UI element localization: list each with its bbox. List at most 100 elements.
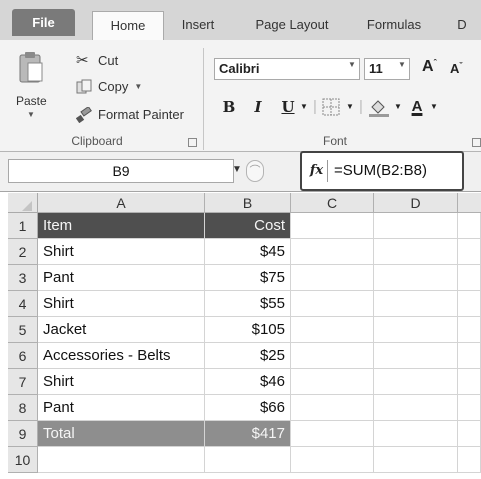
cell-e5[interactable] bbox=[458, 317, 481, 343]
cell-b10[interactable] bbox=[205, 447, 291, 473]
row-header[interactable]: 5 bbox=[8, 317, 38, 343]
tab-home[interactable]: Home bbox=[92, 11, 164, 41]
cell-e6[interactable] bbox=[458, 343, 481, 369]
cell-c2[interactable] bbox=[291, 239, 374, 265]
cell-a6[interactable]: Accessories - Belts bbox=[38, 343, 205, 369]
cell-c6[interactable] bbox=[291, 343, 374, 369]
cell-b1[interactable]: Cost bbox=[205, 213, 291, 239]
font-size-dropdown-icon[interactable]: ▼ bbox=[398, 60, 406, 69]
cell-c10[interactable] bbox=[291, 447, 374, 473]
column-header-a[interactable]: A bbox=[38, 193, 205, 213]
cell-a8[interactable]: Pant bbox=[38, 395, 205, 421]
bold-button[interactable]: B bbox=[220, 96, 238, 118]
cell-e8[interactable] bbox=[458, 395, 481, 421]
cell-e2[interactable] bbox=[458, 239, 481, 265]
cell-a4[interactable]: Shirt bbox=[38, 291, 205, 317]
formula-input[interactable]: =SUM(B2:B8) bbox=[334, 160, 427, 182]
row-header[interactable]: 9 bbox=[8, 421, 38, 447]
cell-c1[interactable] bbox=[291, 213, 374, 239]
cell-c5[interactable] bbox=[291, 317, 374, 343]
row-header[interactable]: 10 bbox=[8, 447, 38, 473]
cell-d6[interactable] bbox=[374, 343, 458, 369]
cell-d1[interactable] bbox=[374, 213, 458, 239]
clipboard-dialog-launcher-icon[interactable] bbox=[188, 138, 197, 147]
cell-c3[interactable] bbox=[291, 265, 374, 291]
font-name-select[interactable]: Calibri bbox=[214, 58, 360, 80]
cell-b7[interactable]: $46 bbox=[205, 369, 291, 395]
cell-c9[interactable] bbox=[291, 421, 374, 447]
cell-e9[interactable] bbox=[458, 421, 481, 447]
row-header[interactable]: 3 bbox=[8, 265, 38, 291]
cell-b4[interactable]: $55 bbox=[205, 291, 291, 317]
row-header[interactable]: 8 bbox=[8, 395, 38, 421]
column-header-e-partial[interactable] bbox=[458, 193, 481, 213]
cell-b5[interactable]: $105 bbox=[205, 317, 291, 343]
cell-b2[interactable]: $45 bbox=[205, 239, 291, 265]
format-painter-button[interactable]: Format Painter bbox=[76, 106, 184, 124]
cell-e10[interactable] bbox=[458, 447, 481, 473]
cell-a5[interactable]: Jacket bbox=[38, 317, 205, 343]
cell-e3[interactable] bbox=[458, 265, 481, 291]
fill-color-dropdown-icon[interactable]: ▼ bbox=[392, 96, 404, 118]
tab-file[interactable]: File bbox=[12, 9, 75, 36]
tab-insert[interactable]: Insert bbox=[170, 11, 226, 40]
copy-button[interactable]: Copy ▼ bbox=[76, 78, 142, 96]
copy-dropdown-icon[interactable]: ▼ bbox=[134, 78, 142, 96]
tab-data-partial[interactable]: D bbox=[452, 11, 472, 40]
fill-color-icon[interactable] bbox=[368, 97, 390, 117]
tab-formulas[interactable]: Formulas bbox=[354, 11, 434, 40]
cell-c4[interactable] bbox=[291, 291, 374, 317]
cell-a10[interactable] bbox=[38, 447, 205, 473]
paste-icon[interactable] bbox=[18, 50, 44, 84]
underline-dropdown-icon[interactable]: ▼ bbox=[298, 96, 310, 118]
cell-a3[interactable]: Pant bbox=[38, 265, 205, 291]
cell-c8[interactable] bbox=[291, 395, 374, 421]
font-dialog-launcher-icon[interactable] bbox=[472, 138, 481, 147]
cell-d5[interactable] bbox=[374, 317, 458, 343]
cell-a9[interactable]: Total bbox=[38, 421, 205, 447]
cell-a2[interactable]: Shirt bbox=[38, 239, 205, 265]
borders-icon[interactable] bbox=[322, 98, 340, 116]
font-color-dropdown-icon[interactable]: ▼ bbox=[428, 96, 440, 118]
row-header[interactable]: 7 bbox=[8, 369, 38, 395]
cell-d9[interactable] bbox=[374, 421, 458, 447]
name-box[interactable]: B9 bbox=[8, 159, 234, 183]
cut-button[interactable]: ✂ Cut bbox=[76, 52, 118, 70]
paste-dropdown-icon[interactable]: ▼ bbox=[27, 110, 35, 119]
cell-d7[interactable] bbox=[374, 369, 458, 395]
shrink-font-icon[interactable]: Aˇ bbox=[450, 61, 462, 76]
tab-page-layout[interactable]: Page Layout bbox=[236, 11, 348, 40]
paste-button[interactable]: Paste bbox=[16, 94, 47, 108]
cell-e1[interactable] bbox=[458, 213, 481, 239]
font-color-icon[interactable]: A bbox=[408, 96, 426, 118]
cell-d3[interactable] bbox=[374, 265, 458, 291]
italic-button[interactable]: I bbox=[250, 96, 266, 118]
insert-function-icon[interactable]: fx bbox=[306, 160, 328, 182]
column-header-d[interactable]: D bbox=[374, 193, 458, 213]
underline-button[interactable]: U bbox=[280, 96, 296, 118]
cell-b9[interactable]: $417 bbox=[205, 421, 291, 447]
row-header[interactable]: 2 bbox=[8, 239, 38, 265]
cell-a7[interactable]: Shirt bbox=[38, 369, 205, 395]
cell-e7[interactable] bbox=[458, 369, 481, 395]
cell-b3[interactable]: $75 bbox=[205, 265, 291, 291]
row-header[interactable]: 4 bbox=[8, 291, 38, 317]
cell-b8[interactable]: $66 bbox=[205, 395, 291, 421]
borders-dropdown-icon[interactable]: ▼ bbox=[344, 96, 356, 118]
cancel-entry-icon[interactable]: ⌒ bbox=[246, 160, 264, 182]
cell-d10[interactable] bbox=[374, 447, 458, 473]
row-header[interactable]: 6 bbox=[8, 343, 38, 369]
name-box-dropdown-icon[interactable]: ▼ bbox=[232, 164, 242, 175]
column-header-b[interactable]: B bbox=[205, 193, 291, 213]
grow-font-icon[interactable]: Aˆ bbox=[422, 58, 437, 76]
cell-a1[interactable]: Item bbox=[38, 213, 205, 239]
cell-d2[interactable] bbox=[374, 239, 458, 265]
cell-b6[interactable]: $25 bbox=[205, 343, 291, 369]
cell-c7[interactable] bbox=[291, 369, 374, 395]
column-header-c[interactable]: C bbox=[291, 193, 374, 213]
cell-e4[interactable] bbox=[458, 291, 481, 317]
cell-d8[interactable] bbox=[374, 395, 458, 421]
font-name-dropdown-icon[interactable]: ▼ bbox=[348, 60, 356, 69]
row-header[interactable]: 1 bbox=[8, 213, 38, 239]
cell-d4[interactable] bbox=[374, 291, 458, 317]
